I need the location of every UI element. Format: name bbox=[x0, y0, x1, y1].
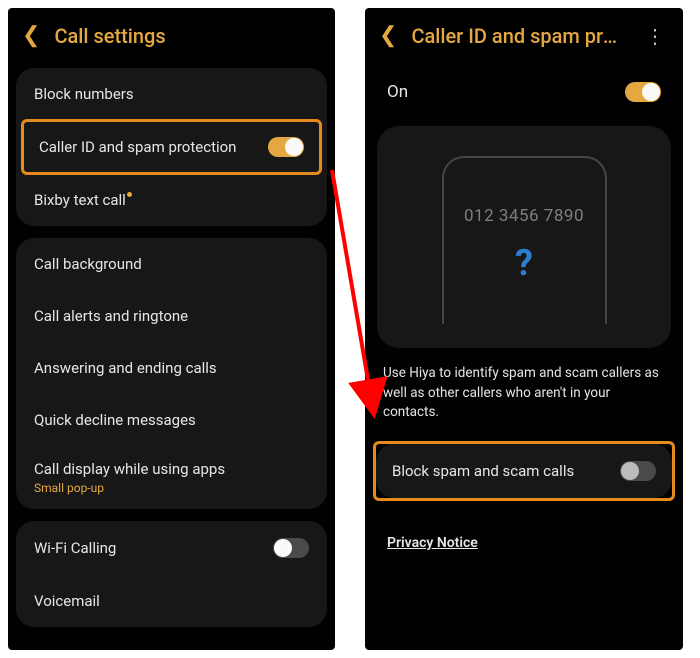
wifi-calling-toggle[interactable] bbox=[273, 538, 309, 558]
phone-illustration-card: 012 3456 7890 ? bbox=[377, 126, 671, 348]
quick-decline-row[interactable]: Quick decline messages bbox=[16, 394, 327, 446]
description-text: Use Hiya to identify spam and scam calle… bbox=[365, 360, 683, 435]
row-label: Wi-Fi Calling bbox=[34, 539, 116, 557]
call-display-row[interactable]: Call display while using apps Small pop-… bbox=[16, 446, 327, 509]
page-title: Caller ID and spam pro… bbox=[411, 24, 627, 48]
row-sublabel: Small pop-up bbox=[34, 481, 104, 495]
row-label: Bixby text call bbox=[34, 191, 126, 209]
call-background-row[interactable]: Call background bbox=[16, 238, 327, 290]
call-alerts-row[interactable]: Call alerts and ringtone bbox=[16, 290, 327, 342]
more-icon[interactable]: ⋮ bbox=[641, 24, 669, 48]
wifi-calling-row[interactable]: Wi-Fi Calling bbox=[16, 521, 327, 575]
row-label: Block numbers bbox=[34, 85, 134, 103]
settings-group-3: Wi-Fi Calling Voicemail bbox=[16, 521, 327, 627]
on-label: On bbox=[387, 82, 408, 102]
on-toggle[interactable] bbox=[625, 82, 661, 102]
row-label: Answering and ending calls bbox=[34, 359, 217, 377]
new-dot-icon bbox=[127, 192, 132, 197]
caller-id-toggle[interactable] bbox=[268, 137, 304, 157]
block-spam-row[interactable]: Block spam and scam calls bbox=[376, 444, 672, 498]
titlebar: ❮ Call settings bbox=[8, 8, 335, 68]
back-icon[interactable]: ❮ bbox=[379, 25, 397, 47]
sample-phone-number: 012 3456 7890 bbox=[464, 206, 584, 226]
block-spam-highlight: Block spam and scam calls bbox=[373, 441, 675, 501]
block-numbers-row[interactable]: Block numbers bbox=[16, 68, 327, 120]
caller-id-highlight: Caller ID and spam protection bbox=[21, 119, 322, 175]
voicemail-row[interactable]: Voicemail bbox=[16, 575, 327, 627]
settings-group-1: Block numbers Caller ID and spam protect… bbox=[16, 68, 327, 226]
on-row[interactable]: On bbox=[365, 68, 683, 118]
privacy-notice-link[interactable]: Privacy Notice bbox=[365, 501, 478, 551]
caller-id-screen: ❮ Caller ID and spam pro… ⋮ On 012 3456 … bbox=[365, 8, 683, 650]
row-label: Call alerts and ringtone bbox=[34, 307, 188, 325]
row-label: Block spam and scam calls bbox=[392, 462, 574, 480]
phone-outline-icon: 012 3456 7890 ? bbox=[442, 156, 607, 324]
row-label: Call display while using apps bbox=[34, 460, 225, 478]
answering-row[interactable]: Answering and ending calls bbox=[16, 342, 327, 394]
call-settings-screen: ❮ Call settings Block numbers Caller ID … bbox=[8, 8, 335, 650]
page-title: Call settings bbox=[54, 24, 321, 48]
bixby-row[interactable]: Bixby text call bbox=[16, 174, 327, 226]
caller-id-row[interactable]: Caller ID and spam protection bbox=[24, 122, 319, 172]
row-label: Caller ID and spam protection bbox=[39, 138, 236, 156]
back-icon[interactable]: ❮ bbox=[22, 25, 40, 47]
row-label: Voicemail bbox=[34, 592, 100, 610]
question-mark-icon: ? bbox=[515, 242, 533, 284]
titlebar: ❮ Caller ID and spam pro… ⋮ bbox=[365, 8, 683, 68]
row-label: Quick decline messages bbox=[34, 411, 196, 429]
row-label: Call background bbox=[34, 255, 142, 273]
block-spam-toggle[interactable] bbox=[620, 461, 656, 481]
settings-group-2: Call background Call alerts and ringtone… bbox=[16, 238, 327, 509]
